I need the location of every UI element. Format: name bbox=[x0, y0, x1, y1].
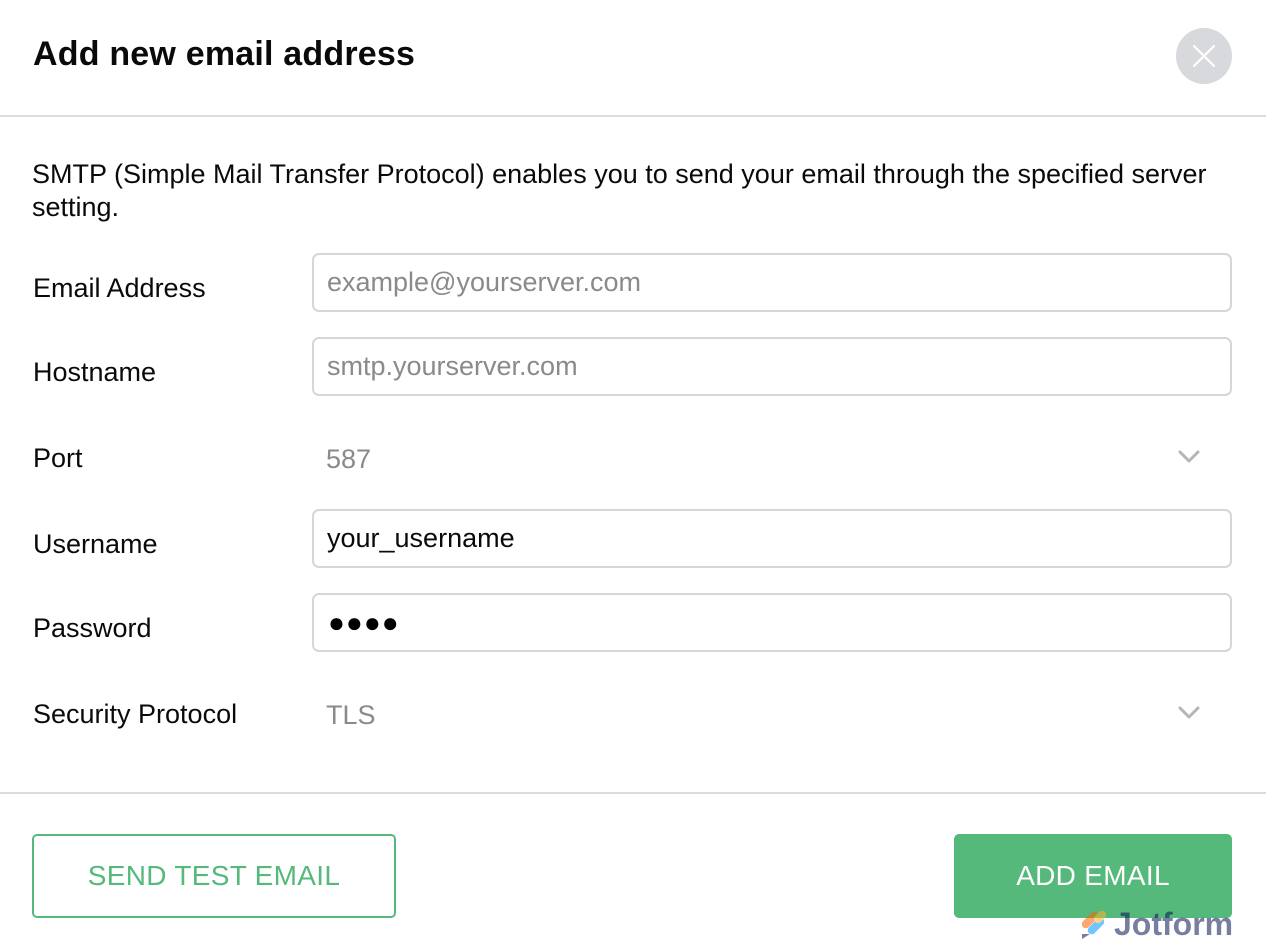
hostname-label: Hostname bbox=[33, 357, 157, 387]
security-protocol-label: Security Protocol bbox=[33, 699, 238, 729]
port-select[interactable]: 587 bbox=[312, 430, 1232, 489]
watermark-text: Jotform bbox=[1114, 905, 1234, 942]
username-label: Username bbox=[33, 529, 158, 559]
username-field[interactable] bbox=[314, 511, 1230, 566]
security-protocol-selected-value: TLS bbox=[326, 700, 376, 730]
chevron-down-icon bbox=[1178, 450, 1200, 463]
port-label: Port bbox=[33, 443, 83, 473]
chevron-down-icon bbox=[1178, 706, 1200, 719]
username-field-wrapper bbox=[312, 509, 1232, 568]
send-test-email-button[interactable]: SEND TEST EMAIL bbox=[32, 834, 396, 918]
password-mask: ●●●● bbox=[328, 607, 400, 638]
close-icon bbox=[1193, 45, 1215, 67]
password-label: Password bbox=[33, 613, 152, 643]
footer-divider bbox=[0, 792, 1266, 794]
security-protocol-select[interactable]: TLS bbox=[312, 686, 1232, 745]
email-label: Email Address bbox=[33, 273, 206, 303]
email-field-wrapper bbox=[312, 253, 1232, 312]
close-button[interactable] bbox=[1176, 28, 1232, 84]
port-selected-value: 587 bbox=[326, 444, 372, 474]
jotform-logo-icon bbox=[1081, 910, 1107, 939]
hostname-field[interactable] bbox=[314, 339, 1230, 394]
hostname-field-wrapper bbox=[312, 337, 1232, 396]
dialog-title: Add new email address bbox=[33, 35, 416, 73]
dialog-header: Add new email address bbox=[0, 0, 1266, 117]
email-field[interactable] bbox=[314, 255, 1230, 310]
password-field[interactable]: ●●●● bbox=[312, 593, 1232, 652]
jotform-watermark: Jotform bbox=[1080, 906, 1233, 942]
smtp-description: SMTP (Simple Mail Transfer Protocol) ena… bbox=[32, 159, 1207, 222]
